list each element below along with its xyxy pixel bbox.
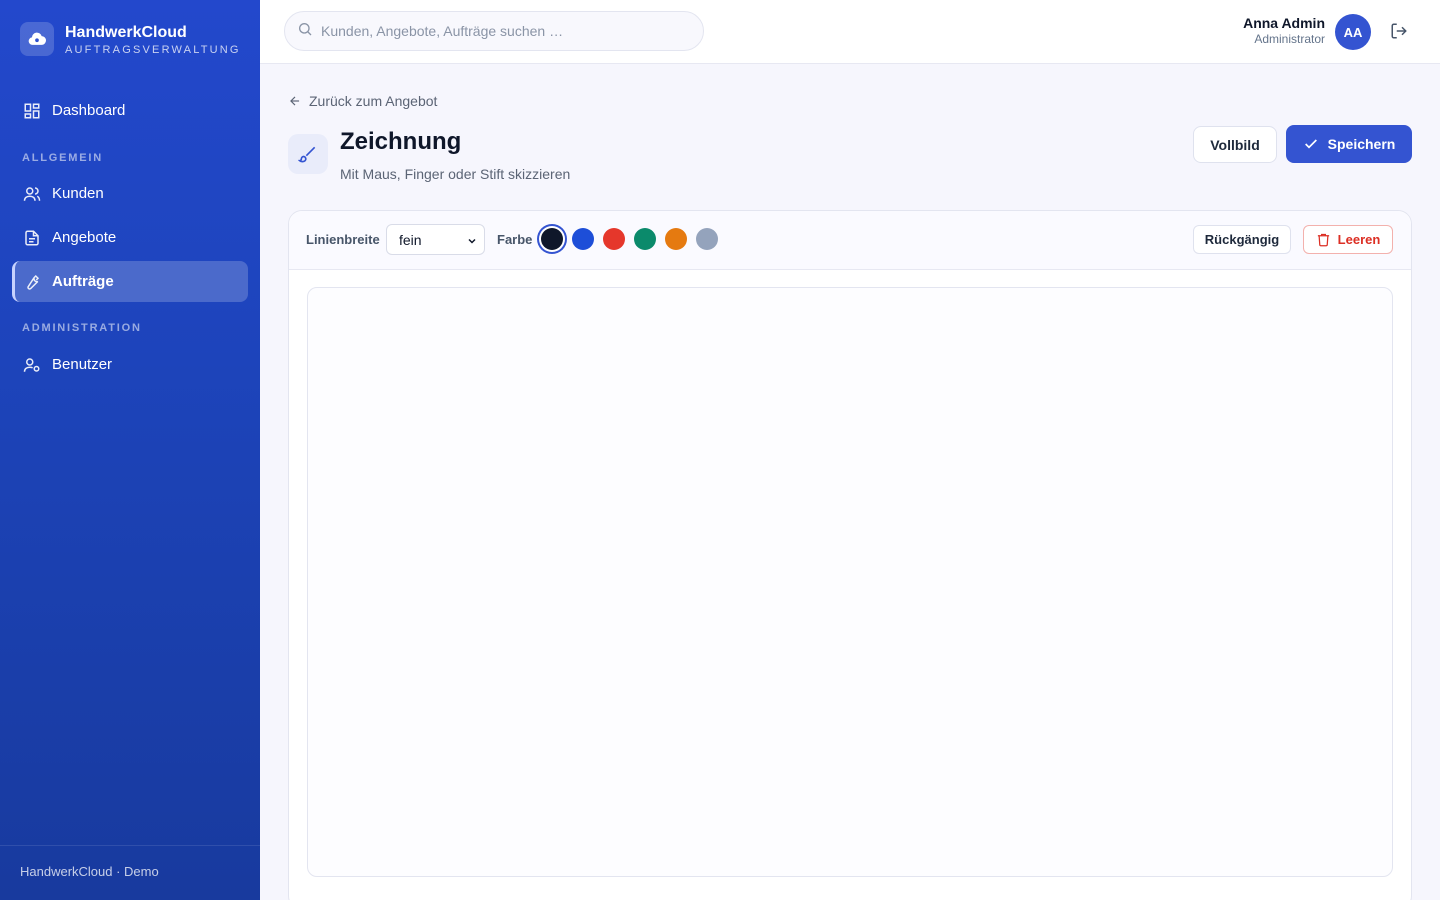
color-swatch[interactable] bbox=[541, 228, 563, 250]
user-name: Anna Admin bbox=[1243, 15, 1325, 31]
clear-button-label: Leeren bbox=[1337, 232, 1381, 247]
top-header: Anna Admin Administrator AA bbox=[260, 0, 1440, 64]
brand-subtitle: AUFTRAGSVERWALTUNG bbox=[65, 43, 241, 56]
sidebar-item-label: Dashboard bbox=[52, 102, 126, 119]
color-label: Farbe bbox=[497, 232, 533, 247]
sidebar-item-offers[interactable]: Angebote bbox=[12, 217, 248, 258]
line-width-select[interactable]: fein bbox=[386, 224, 485, 255]
page-subtitle: Mit Maus, Finger oder Stift skizzieren bbox=[340, 166, 571, 182]
logout-icon[interactable] bbox=[1390, 22, 1410, 42]
save-button[interactable]: Speichern bbox=[1286, 125, 1412, 163]
sidebar-item-orders[interactable]: Aufträge bbox=[12, 261, 248, 302]
wrench-icon bbox=[22, 272, 42, 292]
sidebar-item-dashboard[interactable]: Dashboard bbox=[12, 90, 248, 131]
sidebar-item-label: Aufträge bbox=[52, 273, 114, 290]
cloud-logo-icon bbox=[20, 22, 54, 56]
drawing-card: Linienbreite fein Farbe Rückgängig Leere… bbox=[288, 210, 1412, 900]
section-label-general: ALLGEMEIN bbox=[22, 152, 103, 164]
page-title: Zeichnung bbox=[340, 128, 462, 155]
user-info: Anna Admin Administrator bbox=[1243, 15, 1325, 47]
search-box[interactable] bbox=[284, 11, 704, 51]
sidebar: HandwerkCloud AUFTRAGSVERWALTUNG Dashboa… bbox=[0, 0, 260, 900]
arrow-left-icon bbox=[290, 96, 300, 106]
drawing-toolbar: Linienbreite fein Farbe Rückgängig Leere… bbox=[289, 211, 1411, 270]
users-icon bbox=[22, 184, 42, 204]
dashboard-icon bbox=[22, 101, 42, 121]
section-label-admin: ADMINISTRATION bbox=[22, 322, 142, 334]
color-swatch[interactable] bbox=[634, 228, 656, 250]
color-swatch[interactable] bbox=[696, 228, 718, 250]
search-icon bbox=[297, 21, 313, 42]
sidebar-item-label: Benutzer bbox=[52, 356, 113, 373]
document-icon bbox=[22, 228, 42, 248]
line-width-value: fein bbox=[399, 231, 422, 248]
back-link[interactable]: Zurück zum Angebot bbox=[288, 93, 437, 109]
line-width-label: Linienbreite bbox=[306, 232, 380, 247]
back-link-label: Zurück zum Angebot bbox=[309, 93, 438, 109]
sidebar-item-customers[interactable]: Kunden bbox=[12, 173, 248, 214]
search-input[interactable] bbox=[321, 23, 691, 39]
color-swatch[interactable] bbox=[603, 228, 625, 250]
color-swatch[interactable] bbox=[665, 228, 687, 250]
fullscreen-button[interactable]: Vollbild bbox=[1193, 126, 1277, 163]
brand-name: HandwerkCloud bbox=[65, 23, 187, 41]
brush-icon bbox=[288, 134, 328, 174]
brand[interactable]: HandwerkCloud AUFTRAGSVERWALTUNG bbox=[20, 22, 241, 56]
trash-icon bbox=[1317, 233, 1329, 247]
sidebar-item-label: Angebote bbox=[52, 229, 117, 246]
clear-button[interactable]: Leeren bbox=[1303, 225, 1393, 254]
chevron-down-icon bbox=[466, 234, 478, 250]
user-role: Administrator bbox=[1254, 32, 1325, 46]
undo-button[interactable]: Rückgängig bbox=[1193, 225, 1291, 254]
sidebar-item-users[interactable]: Benutzer bbox=[12, 344, 248, 385]
avatar[interactable]: AA bbox=[1335, 14, 1371, 50]
color-swatch[interactable] bbox=[572, 228, 594, 250]
user-settings-icon bbox=[22, 355, 42, 375]
drawing-canvas[interactable] bbox=[307, 287, 1393, 877]
sidebar-item-label: Kunden bbox=[52, 185, 104, 202]
sidebar-footer: HandwerkCloud · Demo bbox=[0, 845, 260, 900]
check-icon bbox=[1304, 139, 1317, 149]
save-button-label: Speichern bbox=[1327, 136, 1396, 152]
